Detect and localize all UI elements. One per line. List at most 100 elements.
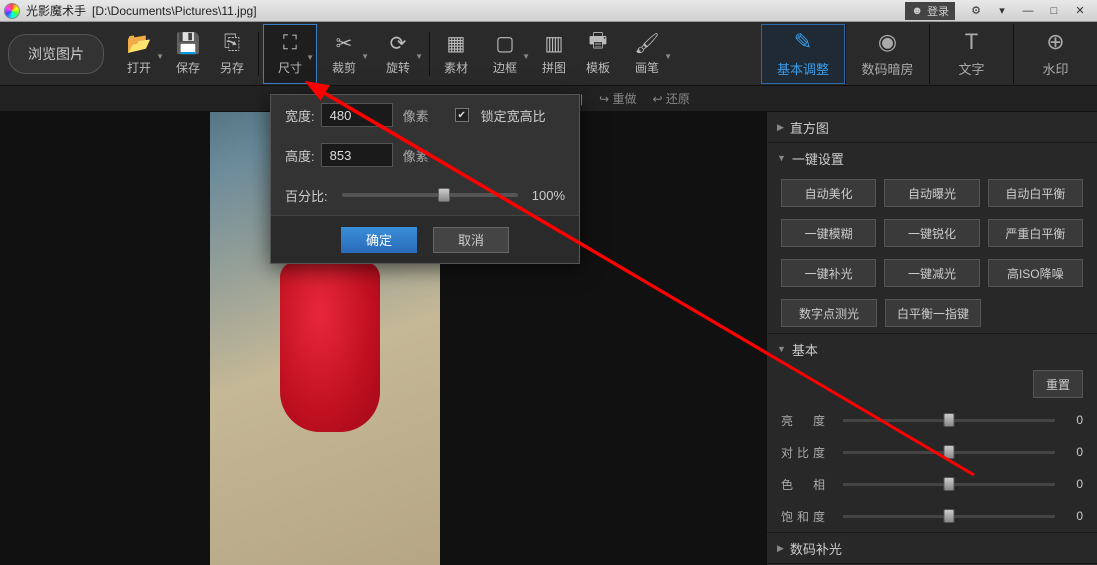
tool-尺寸[interactable]: ⛶尺寸▼ xyxy=(263,24,317,84)
section-oneclick[interactable]: ▼一键设置 xyxy=(767,143,1097,173)
rtool-数码暗房[interactable]: ◉数码暗房 xyxy=(845,24,929,84)
lock-ratio-checkbox[interactable]: ✔ xyxy=(455,108,469,122)
rtool-label: 水印 xyxy=(1042,59,1068,78)
percent-label: 百分比: xyxy=(285,186,328,205)
slider-row: 饱和度0 xyxy=(767,500,1097,532)
reset-button[interactable]: 重置 xyxy=(1033,370,1083,398)
tool-label: 打开 xyxy=(127,59,151,76)
rtool-icon: ◉ xyxy=(878,29,897,55)
preset-严重白平衡[interactable]: 严重白平衡 xyxy=(988,219,1083,247)
slider-value: 0 xyxy=(1063,445,1083,459)
preset-一键模糊[interactable]: 一键模糊 xyxy=(781,219,876,247)
browse-images-button[interactable]: 浏览图片 xyxy=(8,34,104,74)
preset-一键减光[interactable]: 一键减光 xyxy=(884,259,979,287)
tool-label: 旋转 xyxy=(386,59,410,76)
tool-label: 画笔 xyxy=(635,59,659,76)
rtool-icon: T xyxy=(965,29,978,55)
preset-白平衡一指键[interactable]: 白平衡一指键 xyxy=(885,299,981,327)
tool-icon: ⟳ xyxy=(390,31,407,55)
unit-label: 像素 xyxy=(403,146,429,165)
chevron-down-icon: ▼ xyxy=(777,153,786,163)
ok-button[interactable]: 确定 xyxy=(341,227,417,253)
tool-素材[interactable]: ▦素材 xyxy=(434,24,478,84)
rtool-水印[interactable]: ⊕ 水印 xyxy=(1013,24,1097,84)
tool-icon: 🖶 xyxy=(589,31,608,55)
preset-自动白平衡[interactable]: 自动白平衡 xyxy=(988,179,1083,207)
slider-track[interactable] xyxy=(843,451,1055,454)
section-histogram[interactable]: ▶直方图 xyxy=(767,112,1097,142)
undo-button[interactable]: ↩ 还原 xyxy=(653,90,690,107)
app-name: 光影魔术手 xyxy=(26,2,86,19)
tool-icon: ⎘ xyxy=(224,31,240,55)
slider-track[interactable] xyxy=(843,515,1055,518)
height-label: 高度: xyxy=(285,146,315,165)
slider-track[interactable] xyxy=(843,419,1055,422)
tool-icon: ▥ xyxy=(545,31,564,55)
slider-label: 亮 度 xyxy=(781,412,835,429)
tool-保存[interactable]: 💾保存 xyxy=(166,24,210,84)
percent-slider[interactable] xyxy=(342,193,518,197)
slider-thumb[interactable] xyxy=(944,509,955,523)
cancel-button[interactable]: 取消 xyxy=(433,227,509,253)
tool-拼图[interactable]: ▥拼图 xyxy=(532,24,576,84)
tool-模板[interactable]: 🖶 模板 xyxy=(576,24,620,84)
tool-label: 另存 xyxy=(220,59,244,76)
rtool-icon: ⊕ xyxy=(1046,29,1064,55)
rtool-文字[interactable]: T文字 xyxy=(929,24,1013,84)
divider: | xyxy=(580,92,583,106)
rtool-icon: ✎ xyxy=(794,29,812,55)
slider-thumb[interactable] xyxy=(944,413,955,427)
percent-value: 100% xyxy=(532,188,565,203)
rtool-基本调整[interactable]: ✎基本调整 xyxy=(761,24,845,84)
width-label: 宽度: xyxy=(285,106,315,125)
app-logo-icon xyxy=(4,3,20,19)
chevron-down-icon: ▼ xyxy=(361,52,369,61)
close-button[interactable]: ✕ xyxy=(1067,2,1093,20)
slider-row: 色 相0 xyxy=(767,468,1097,500)
preset-自动曝光[interactable]: 自动曝光 xyxy=(884,179,979,207)
tool-icon: ▦ xyxy=(447,31,466,55)
redo-button[interactable]: ↪ 重做 xyxy=(599,90,636,107)
section-digital[interactable]: ▶数码补光 xyxy=(767,533,1097,563)
slider-thumb[interactable] xyxy=(944,445,955,459)
tool-旋转[interactable]: ⟳旋转▼ xyxy=(371,24,425,84)
tool-icon: ⛶ xyxy=(283,31,297,55)
tool-icon: ▢ xyxy=(496,31,515,55)
tool-另存[interactable]: ⎘ 另存 xyxy=(210,24,254,84)
file-path: [D:\Documents\Pictures\11.jpg] xyxy=(92,4,257,18)
slider-track[interactable] xyxy=(843,483,1055,486)
slider-label: 对比度 xyxy=(781,444,835,461)
tool-画笔[interactable]: 🖌画笔▼ xyxy=(620,24,674,84)
tool-label: 边框 xyxy=(493,59,517,76)
settings-icon[interactable]: ⚙ xyxy=(963,2,989,20)
right-panel: ▶直方图 ▼一键设置 自动美化自动曝光自动白平衡一键模糊一键锐化严重白平衡一键补… xyxy=(767,112,1097,565)
main-toolbar: 浏览图片 📂打开▼💾保存⎘另存⛶尺寸▼✂裁剪▼⟳旋转▼▦素材▢边框▼▥拼图🖶模板… xyxy=(0,22,1097,86)
width-input[interactable] xyxy=(321,103,393,127)
unit-label: 像素 xyxy=(403,106,429,125)
tool-边框[interactable]: ▢ 边框 ▼ xyxy=(478,24,532,84)
title-bar: 光影魔术手 [D:\Documents\Pictures\11.jpg] 登录 … xyxy=(0,0,1097,22)
dropdown-icon[interactable]: ▾ xyxy=(989,2,1015,20)
minimize-button[interactable]: — xyxy=(1015,2,1041,20)
preset-自动美化[interactable]: 自动美化 xyxy=(781,179,876,207)
chevron-down-icon: ▼ xyxy=(664,52,672,61)
chevron-down-icon: ▼ xyxy=(156,52,164,61)
preset-高ISO降噪[interactable]: 高ISO降噪 xyxy=(988,259,1083,287)
tool-label: 保存 xyxy=(176,59,200,76)
chevron-down-icon: ▼ xyxy=(522,52,530,61)
height-input[interactable] xyxy=(321,143,393,167)
section-basic[interactable]: ▼基本 xyxy=(767,334,1097,364)
chevron-down-icon: ▼ xyxy=(306,53,314,62)
maximize-button[interactable]: □ xyxy=(1041,2,1067,20)
tool-label: 模板 xyxy=(586,59,610,76)
tool-打开[interactable]: 📂打开▼ xyxy=(112,24,166,84)
slider-value: 0 xyxy=(1063,509,1083,523)
tool-裁剪[interactable]: ✂裁剪▼ xyxy=(317,24,371,84)
slider-thumb[interactable] xyxy=(944,477,955,491)
preset-一键补光[interactable]: 一键补光 xyxy=(781,259,876,287)
tool-icon: ✂ xyxy=(336,31,353,55)
preset-一键锐化[interactable]: 一键锐化 xyxy=(884,219,979,247)
login-button[interactable]: 登录 xyxy=(905,2,955,20)
slider-value: 0 xyxy=(1063,413,1083,427)
preset-数字点测光[interactable]: 数字点测光 xyxy=(781,299,877,327)
